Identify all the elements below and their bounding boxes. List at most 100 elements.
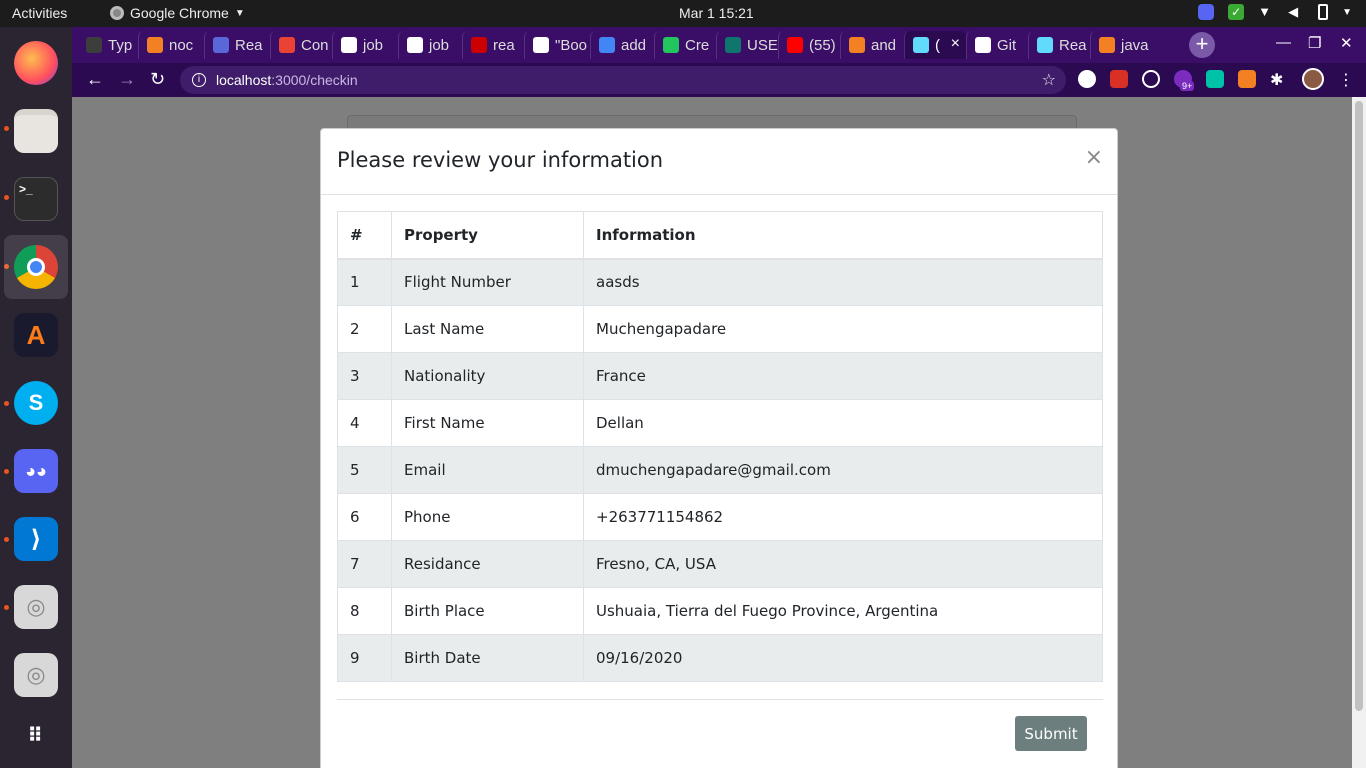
- page-viewport: Please review your information × # Prope…: [72, 97, 1366, 768]
- browser-tab[interactable]: Git: [966, 31, 1028, 59]
- browser-tab[interactable]: Typ: [78, 31, 138, 59]
- dock-chrome[interactable]: [4, 235, 68, 299]
- disk-icon: ◎: [14, 585, 58, 629]
- dock-files[interactable]: [4, 99, 68, 163]
- tab-label: and: [871, 36, 897, 54]
- table-row: 3 Nationality France: [337, 352, 1103, 400]
- row-number-cell: 2: [337, 305, 392, 353]
- favicon-icon: [86, 37, 102, 53]
- browser-tab[interactable]: Cre: [654, 31, 716, 59]
- tab-label: Rea: [235, 36, 263, 54]
- forward-arrow-icon[interactable]: →: [118, 69, 136, 90]
- scrollbar-thumb[interactable]: [1355, 101, 1363, 711]
- information-cell: dmuchengapadare@gmail.com: [583, 446, 1103, 494]
- browser-tab[interactable]: java: [1090, 31, 1152, 59]
- dock-disk-2[interactable]: ◎: [4, 643, 68, 707]
- clock[interactable]: Mar 1 15:21: [679, 5, 754, 21]
- favicon-icon: [407, 37, 423, 53]
- submit-button[interactable]: Submit: [1015, 716, 1087, 751]
- volume-icon[interactable]: ◀: [1288, 4, 1304, 20]
- property-cell: Email: [391, 446, 584, 494]
- favicon-icon: [599, 37, 615, 53]
- dock-vscode[interactable]: ⟩: [4, 507, 68, 571]
- address-bar[interactable]: i localhost:3000/checkin ☆: [180, 66, 1066, 94]
- browser-tab[interactable]: add: [590, 31, 654, 59]
- browser-tab[interactable]: rea: [462, 31, 524, 59]
- scrollbar[interactable]: [1352, 97, 1366, 768]
- favicon-icon: [913, 37, 929, 53]
- browser-tab[interactable]: Rea: [204, 31, 270, 59]
- modal-title: Please review your information: [337, 148, 664, 172]
- wifi-icon[interactable]: ▼: [1258, 4, 1274, 20]
- window-close-icon[interactable]: ✕: [1340, 34, 1353, 52]
- row-number-cell: 7: [337, 540, 392, 588]
- browser-tab[interactable]: (55): [778, 31, 840, 59]
- dock-terminal[interactable]: >_: [4, 167, 68, 231]
- dock-disk-1[interactable]: ◎: [4, 575, 68, 639]
- discord-tray-icon[interactable]: [1198, 4, 1215, 20]
- files-icon: [14, 109, 58, 153]
- close-icon[interactable]: ×: [1085, 145, 1103, 170]
- favicon-icon: [1037, 37, 1053, 53]
- information-cell: +263771154862: [583, 493, 1103, 541]
- app-menu[interactable]: Google Chrome ▼: [110, 5, 245, 21]
- browser-tab[interactable]: Con: [270, 31, 332, 59]
- table-row: 6 Phone +263771154862: [337, 493, 1103, 541]
- browser-tab[interactable]: (×: [904, 31, 966, 59]
- table-row: 9 Birth Date 09/16/2020: [337, 634, 1103, 682]
- shield-check-icon[interactable]: ✓: [1228, 4, 1245, 20]
- battery-icon[interactable]: [1318, 4, 1329, 20]
- browser-tab[interactable]: job: [332, 31, 398, 59]
- kebab-menu-icon[interactable]: ⋮: [1338, 70, 1356, 89]
- extension-icon[interactable]: [1110, 70, 1128, 88]
- extension-badge: 9+: [1180, 81, 1195, 91]
- maximize-icon[interactable]: ❐: [1308, 34, 1321, 52]
- review-modal: Please review your information × # Prope…: [320, 128, 1118, 768]
- table-row: 1 Flight Number aasds: [337, 258, 1103, 306]
- browser-tab[interactable]: job: [398, 31, 462, 59]
- info-icon[interactable]: i: [192, 73, 206, 87]
- information-cell: France: [583, 352, 1103, 400]
- tab-label: Git: [997, 36, 1017, 54]
- puzzle-icon[interactable]: ✱: [1270, 70, 1288, 89]
- show-applications-button[interactable]: ⠿: [4, 703, 68, 767]
- tab-label: job: [363, 36, 384, 54]
- avatar[interactable]: [1302, 68, 1324, 90]
- row-number-cell: 9: [337, 634, 392, 682]
- reload-icon[interactable]: ↻: [150, 69, 165, 90]
- browser-tab[interactable]: and: [840, 31, 904, 59]
- extension-icon[interactable]: [1078, 70, 1096, 88]
- dock-skype[interactable]: S: [4, 371, 68, 435]
- table-header-row: # Property Information: [337, 211, 1103, 260]
- chevron-down-icon: ▼: [234, 7, 245, 19]
- power-menu-icon[interactable]: ▼: [1342, 7, 1352, 18]
- terminal-icon: >_: [14, 177, 58, 221]
- dock-firefox[interactable]: [4, 31, 68, 95]
- chrome-small-icon: [110, 6, 124, 20]
- favicon-icon: [1099, 37, 1115, 53]
- back-arrow-icon[interactable]: ←: [86, 69, 104, 90]
- tab-label: noc: [169, 36, 194, 54]
- new-tab-button[interactable]: +: [1189, 32, 1215, 58]
- dock-app-a[interactable]: A: [4, 303, 68, 367]
- favicon-icon: [975, 37, 991, 53]
- skype-icon: S: [14, 381, 58, 425]
- browser-tab[interactable]: Rea: [1028, 31, 1090, 59]
- system-tray[interactable]: ✓ ▼ ◀ ▼: [1198, 4, 1352, 20]
- favicon-icon: [279, 37, 295, 53]
- browser-tab[interactable]: USE: [716, 31, 778, 59]
- tab-close-icon[interactable]: ×: [951, 35, 960, 53]
- tab-label: add: [621, 36, 647, 54]
- extension-icon[interactable]: [1238, 70, 1256, 88]
- table-row: 8 Birth Place Ushuaia, Tierra del Fuego Pr…: [337, 587, 1103, 635]
- dock-discord[interactable]: ◕◕: [4, 439, 68, 503]
- property-cell: Last Name: [391, 305, 584, 353]
- bookmark-star-icon[interactable]: ☆: [1042, 70, 1056, 90]
- extension-icon[interactable]: [1142, 70, 1160, 88]
- extension-icon[interactable]: [1206, 70, 1224, 88]
- browser-tab[interactable]: noc: [138, 31, 204, 59]
- browser-tab[interactable]: "Boo: [524, 31, 590, 59]
- activities-button[interactable]: Activities: [12, 5, 67, 21]
- column-header: Property: [391, 211, 584, 260]
- minimize-icon[interactable]: —: [1276, 34, 1291, 51]
